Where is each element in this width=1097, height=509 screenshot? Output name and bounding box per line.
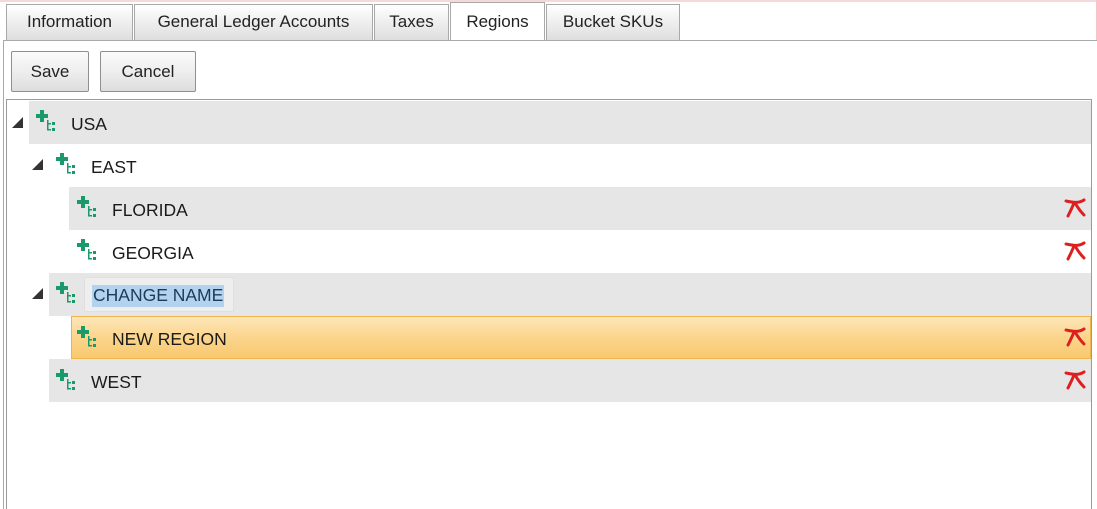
tab-regions[interactable]: Regions xyxy=(450,2,545,40)
delete-node-icon[interactable] xyxy=(1064,370,1086,390)
add-child-node-icon[interactable] xyxy=(56,153,78,175)
add-child-node-icon[interactable] xyxy=(77,239,99,261)
tree-node-label: NEW REGION xyxy=(112,329,227,349)
tree-node-label: FLORIDA xyxy=(112,200,188,220)
tree-row-usa[interactable] xyxy=(29,101,1091,144)
tree-node-label: WEST xyxy=(91,372,142,392)
add-child-node-icon[interactable] xyxy=(56,282,78,304)
tree-row-west[interactable] xyxy=(49,359,1091,402)
tab-general-ledger-accounts[interactable]: General Ledger Accounts xyxy=(134,4,373,40)
cancel-button[interactable]: Cancel xyxy=(100,51,196,92)
tab-bucket-skus[interactable]: Bucket SKUs xyxy=(546,4,680,40)
tab-information[interactable]: Information xyxy=(6,4,133,40)
window-top-edge xyxy=(0,0,1097,2)
region-tree[interactable]: USA EAST FLORIDA GEORGIA CHANGE NAME NEW… xyxy=(6,99,1092,509)
tree-node-label: USA xyxy=(71,114,107,134)
tree-row-east[interactable] xyxy=(49,144,1091,187)
node-name-edit-field[interactable]: CHANGE NAME xyxy=(84,277,234,312)
add-child-node-icon[interactable] xyxy=(77,326,99,348)
selected-node-name-text[interactable]: CHANGE NAME xyxy=(92,285,225,307)
add-child-node-icon[interactable] xyxy=(77,196,99,218)
save-button[interactable]: Save xyxy=(11,51,89,92)
tab-taxes[interactable]: Taxes xyxy=(374,4,449,40)
add-child-node-icon[interactable] xyxy=(36,110,58,132)
tree-node-label: GEORGIA xyxy=(112,243,194,263)
delete-node-icon[interactable] xyxy=(1064,198,1086,218)
tree-node-label: EAST xyxy=(91,157,137,177)
add-child-node-icon[interactable] xyxy=(56,369,78,391)
delete-node-icon[interactable] xyxy=(1064,327,1086,347)
tree-row-georgia[interactable] xyxy=(69,230,1091,273)
delete-node-icon[interactable] xyxy=(1064,241,1086,261)
tree-row-florida[interactable] xyxy=(69,187,1091,230)
